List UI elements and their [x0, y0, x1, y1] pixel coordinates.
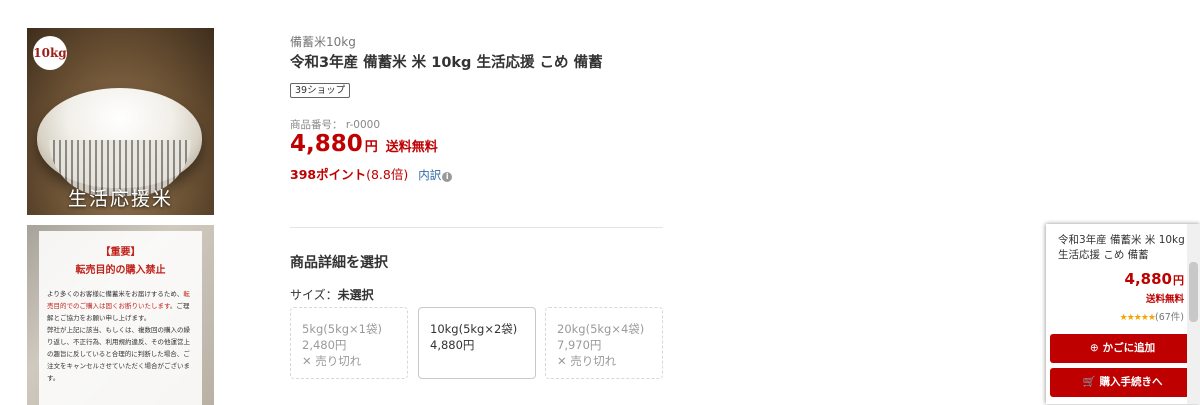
checkout-label: 購入手続きへ — [1099, 376, 1163, 388]
add-to-cart-label: かごに追加 — [1102, 342, 1156, 354]
info-icon: i — [442, 172, 453, 182]
points-row: 398ポイント(8.8倍) 内訳 i — [290, 164, 453, 183]
notice-body-text-1: より多くのお客様に備蓄米をお届けするため、 — [47, 290, 184, 298]
panel-price-value: 4,880 — [1124, 270, 1172, 288]
option-5kg[interactable]: 5kg(5kg×1袋) 2,480円 ✕ 売り切れ — [290, 307, 408, 379]
notice-body-text-3: 弊社が上記に該当、もしくは、複数回の購入の繰り返し、不正行為、利用規約違反、その… — [47, 326, 190, 382]
panel-rating[interactable]: ★★★★★(67件) — [1120, 309, 1184, 323]
option-section-title: 商品詳細を選択 — [290, 255, 388, 271]
product-notice-image[interactable]: 【重要】 転売目的の購入禁止 より多くのお客様に備蓄米をお届けするため、転売目的… — [27, 225, 214, 405]
panel-price: 4,880円 — [1125, 270, 1184, 288]
size-label: サイズ：未選択 — [290, 286, 374, 303]
weight-badge: 10kg — [33, 36, 67, 70]
option-name: 20kg(5kg×4袋) — [557, 322, 645, 336]
option-20kg[interactable]: 20kg(5kg×4袋) 7,970円 ✕ 売り切れ — [545, 307, 663, 379]
points-breakdown-label: 内訳 — [418, 168, 442, 182]
product-main-image[interactable]: 10kg 生活応援米 — [27, 28, 214, 215]
price-currency: 円 — [364, 140, 378, 155]
sold-out-status: ✕ 売り切れ — [302, 354, 362, 368]
points-value: 398ポイント — [290, 167, 367, 182]
panel-free-shipping: 送料無料 — [1145, 294, 1184, 305]
notice-body: より多くのお客様に備蓄米をお届けするため、転売目的でのご購入は固くお断りいたしま… — [47, 288, 194, 384]
points-breakdown-link[interactable]: 内訳 i — [418, 168, 453, 182]
option-price: 7,970円 — [557, 338, 602, 352]
shop-tag-badge: 39ショップ — [290, 83, 351, 98]
cart-icon: 🛒 — [1082, 376, 1096, 388]
star-rating-icon: ★★★★★ — [1119, 313, 1156, 323]
points-rate: (8.8倍) — [366, 167, 409, 182]
add-to-cart-button[interactable]: ⊕ かごに追加 — [1050, 334, 1195, 363]
notice-subtitle: 転売目的の購入禁止 — [75, 265, 166, 276]
plus-circle-icon: ⊕ — [1089, 342, 1099, 354]
panel-scrollbar[interactable] — [1187, 224, 1200, 404]
notice-paper: 【重要】 転売目的の購入禁止 より多くのお客様に備蓄米をお届けするため、転売目的… — [39, 231, 202, 405]
free-shipping-label: 送料無料 — [385, 140, 438, 155]
review-count: (67件) — [1154, 312, 1184, 323]
option-price: 2,480円 — [302, 338, 347, 352]
option-name: 10kg(5kg×2袋) — [430, 322, 518, 336]
option-name: 5kg(5kg×1袋) — [302, 322, 382, 336]
product-category[interactable]: 備蓄米10kg — [290, 33, 356, 50]
notice-title: 【重要】 — [100, 247, 141, 258]
image-caption: 生活応援米 — [67, 188, 173, 210]
section-divider — [290, 227, 663, 228]
size-label-text: サイズ： — [290, 288, 338, 302]
product-price: 4,880 — [290, 131, 363, 157]
product-title: 令和3年産 備蓄米 米 10kg 生活応援 こめ 備蓄 — [290, 55, 603, 71]
sold-out-status: ✕ 売り切れ — [557, 354, 617, 368]
panel-price-currency: 円 — [1173, 274, 1184, 287]
checkout-button[interactable]: 🛒 購入手続きへ — [1050, 368, 1195, 397]
option-10kg[interactable]: 10kg(5kg×2袋) 4,880円 — [418, 307, 536, 379]
scrollbar-thumb[interactable] — [1189, 262, 1198, 322]
price-row: 4,880 円送料無料 — [290, 131, 438, 157]
size-selected-value: 未選択 — [337, 288, 374, 302]
panel-product-title: 令和3年産 備蓄米 米 10kg 生活応援 こめ 備蓄 — [1058, 234, 1185, 261]
floating-cart-panel: 令和3年産 備蓄米 米 10kg 生活応援 こめ 備蓄 4,880円 送料無料 … — [1046, 224, 1200, 404]
option-price: 4,880円 — [430, 338, 475, 352]
item-number: 商品番号： r-0000 — [290, 119, 380, 131]
